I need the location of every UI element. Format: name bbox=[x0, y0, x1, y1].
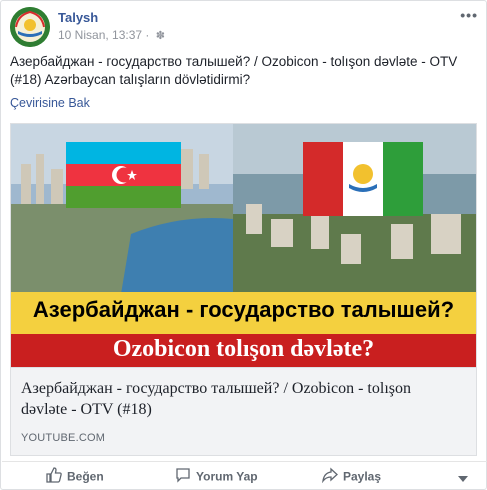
page-avatar[interactable] bbox=[10, 7, 50, 47]
translate-link[interactable]: Çevirisine Bak bbox=[10, 96, 90, 110]
thumbnail-banner-primary: Азербайджан - государство талышей? bbox=[11, 292, 476, 334]
thumbnail-banner-line1: Азербайджан - государство талышей? bbox=[32, 297, 455, 322]
comment-icon bbox=[175, 467, 191, 486]
thumbs-up-icon bbox=[46, 467, 62, 486]
post-timestamp[interactable]: 10 Nisan, 13:37 bbox=[58, 28, 142, 42]
thumbnail-banner-secondary: Ozobicon tolışon dəvləte? bbox=[11, 334, 476, 367]
comment-label: Yorum Yap bbox=[196, 469, 258, 484]
thumbnail-banner-line2: Ozobicon tolışon dəvləte? bbox=[112, 336, 375, 362]
link-preview-title[interactable]: Азербайджан - государство талышей? / Ozo… bbox=[21, 378, 461, 420]
link-preview-card[interactable]: Азербайджан - государство талышей? Ozobi… bbox=[10, 123, 477, 456]
link-preview-info[interactable]: Азербайджан - государство талышей? / Ozo… bbox=[11, 367, 476, 455]
like-button[interactable]: Beğen bbox=[46, 467, 104, 486]
post-header: Talysh 10 Nisan, 13:37 · ✽ ••• bbox=[10, 7, 480, 47]
post-actions-bar: Beğen Yorum Yap Paylaş bbox=[2, 461, 487, 489]
share-button[interactable]: Paylaş bbox=[322, 467, 381, 486]
share-arrow-icon bbox=[322, 467, 338, 486]
link-preview-domain: YOUTUBE.COM bbox=[21, 432, 106, 444]
post-card: Talysh 10 Nisan, 13:37 · ✽ ••• Азербайдж… bbox=[0, 0, 487, 490]
like-label: Beğen bbox=[67, 469, 104, 484]
comment-button[interactable]: Yorum Yap bbox=[175, 467, 258, 486]
more-options-icon[interactable]: ••• bbox=[460, 7, 478, 23]
share-label: Paylaş bbox=[343, 469, 382, 484]
page-name-link[interactable]: Talysh bbox=[58, 10, 98, 25]
post-meta: 10 Nisan, 13:37 · ✽ bbox=[58, 28, 165, 42]
globe-icon: ✽ bbox=[155, 30, 165, 42]
post-text: Азербайджан - государство талышей? / Ozo… bbox=[10, 54, 458, 87]
video-thumbnail[interactable]: Азербайджан - государство талышей? Ozobi… bbox=[11, 124, 476, 367]
caret-down-icon[interactable] bbox=[458, 470, 468, 488]
